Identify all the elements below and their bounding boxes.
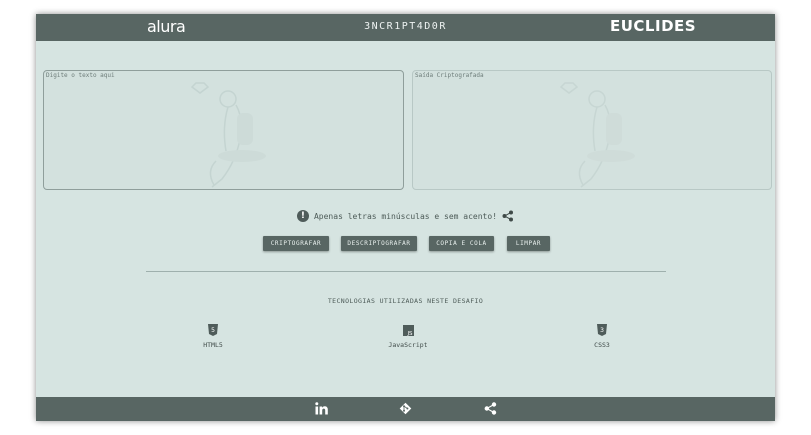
notice: ! Apenas letras minúsculas e sem acento! bbox=[36, 210, 775, 222]
output-textarea[interactable]: Saída Criptografada bbox=[412, 70, 772, 190]
share-icon[interactable] bbox=[484, 402, 497, 415]
notice-text: Apenas letras minúsculas e sem acento! bbox=[313, 211, 498, 221]
tech-html5: 5 HTML5 bbox=[183, 321, 243, 349]
svg-text:JS: JS bbox=[406, 331, 413, 336]
header-bar: alura 3NCR1PT4D0R EUCLIDES bbox=[36, 14, 775, 41]
euclides-logo[interactable]: EUCLIDES bbox=[610, 17, 696, 35]
input-textarea[interactable]: Digite o texto aqui bbox=[43, 70, 404, 190]
js-icon: JS bbox=[402, 325, 414, 337]
tech-label: CSS3 bbox=[594, 341, 610, 349]
illustration-icon bbox=[190, 82, 266, 188]
linkedin-icon[interactable] bbox=[315, 402, 328, 415]
technologies-title: TECNOLOGIAS UTILIZADAS NESTE DESAFIO bbox=[327, 297, 484, 305]
tech-javascript: JS JavaScript bbox=[378, 321, 438, 349]
illustration-icon bbox=[559, 82, 635, 188]
clear-button[interactable]: LIMPAR bbox=[507, 236, 550, 251]
footer-bar bbox=[36, 397, 775, 421]
git-icon[interactable] bbox=[399, 402, 412, 415]
tech-css3: 3 CSS3 bbox=[572, 321, 632, 349]
svg-text:3: 3 bbox=[600, 327, 604, 334]
html5-icon: 5 bbox=[208, 324, 218, 336]
info-icon: ! bbox=[296, 210, 309, 222]
decrypt-button[interactable]: DESCRIPTOGRAFAR bbox=[341, 236, 417, 251]
tech-label: HTML5 bbox=[203, 341, 223, 349]
svg-text:5: 5 bbox=[211, 327, 215, 334]
share-icon[interactable] bbox=[502, 210, 514, 222]
tech-label: JavaScript bbox=[388, 341, 428, 349]
app-window: alura 3NCR1PT4D0R EUCLIDES Digite o text… bbox=[36, 14, 775, 421]
css3-icon: 3 bbox=[597, 324, 607, 336]
copy-button[interactable]: COPIA E COLA bbox=[429, 236, 494, 251]
divider bbox=[146, 271, 666, 272]
encrypt-button[interactable]: CRIPTOGRAFAR bbox=[263, 236, 329, 251]
